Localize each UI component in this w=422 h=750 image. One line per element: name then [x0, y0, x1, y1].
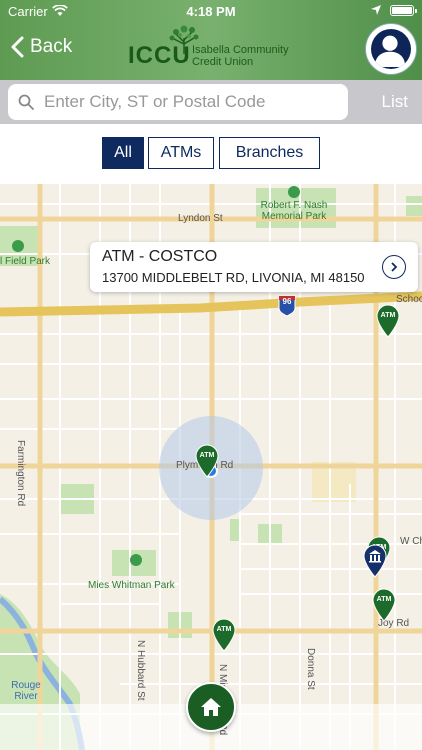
- callout-title: ATM - COSTCO: [102, 248, 218, 265]
- branch-pin[interactable]: [362, 544, 388, 578]
- atm-pin-costco[interactable]: ATM: [375, 304, 401, 338]
- map-pin-icon: [212, 618, 236, 652]
- map-pin-icon: [372, 588, 396, 622]
- pin-label: ATM: [216, 626, 232, 633]
- profile-avatar-button[interactable]: [366, 24, 416, 74]
- road-label-lyndon: Lyndon St: [178, 213, 223, 224]
- search-box: [8, 84, 348, 120]
- park-label-whitman: Mies Whitman Park: [88, 580, 175, 591]
- map-pin-icon: [376, 304, 400, 338]
- park-label-nash: Robert F. Nash Memorial Park: [260, 200, 328, 222]
- road-label-farmington: Farmington Rd: [15, 440, 26, 507]
- status-icons: [368, 4, 417, 16]
- callout-details-button[interactable]: [382, 255, 406, 279]
- river-label-rouge: Rouge River: [11, 680, 41, 702]
- back-label: Back: [30, 36, 73, 57]
- pin-label: ATM: [380, 312, 396, 319]
- chevron-left-icon: [11, 36, 24, 58]
- filter-bar: All ATMs Branches: [0, 124, 422, 184]
- status-bar: Carrier 4:18 PM: [0, 0, 422, 22]
- app-header: Carrier 4:18 PM Back ICCU Isabella Commu…: [0, 0, 422, 80]
- location-arrow-icon: [371, 5, 381, 15]
- location-callout[interactable]: ATM - COSTCO 13700 MIDDLEBELT RD, LIVONI…: [90, 242, 418, 292]
- park-label-field: l Field Park: [0, 256, 51, 267]
- user-silhouette-icon: [374, 35, 406, 67]
- filter-atms-button[interactable]: ATMs: [148, 137, 214, 169]
- road-label-hubbard: N Hubbard St: [135, 640, 146, 701]
- callout-address: 13700 MIDDLEBELT RD, LIVONIA, MI 48150: [102, 270, 365, 285]
- atm-pin-plymouth[interactable]: ATM: [194, 444, 220, 478]
- bank-building-icon: [363, 544, 387, 578]
- atm-pin-joy[interactable]: ATM: [371, 588, 397, 622]
- home-button[interactable]: [186, 682, 236, 732]
- road-label-w-ch: W Ch: [400, 536, 422, 547]
- filter-branches-button[interactable]: Branches: [219, 137, 320, 169]
- search-bar: List: [0, 80, 422, 124]
- pin-label: ATM: [199, 452, 215, 459]
- highway-shield-number: 96: [282, 297, 292, 306]
- chevron-right-icon: [391, 262, 398, 272]
- map-view[interactable]: Lyndon St Plymouth Rd Farmington Rd N Hu…: [0, 184, 422, 750]
- pin-label: ATM: [376, 596, 392, 603]
- logo-subtitle: Isabella Community Credit Union: [192, 44, 289, 68]
- atm-pin-middlebelt[interactable]: ATM: [211, 618, 237, 652]
- road-label-donna: Donna St: [305, 648, 316, 690]
- wifi-icon: [52, 5, 68, 16]
- list-button[interactable]: List: [382, 92, 408, 112]
- search-icon: [18, 94, 34, 110]
- filter-all-button[interactable]: All: [102, 137, 144, 169]
- battery-icon: [390, 4, 417, 16]
- map-pin-icon: [195, 444, 219, 478]
- back-button[interactable]: Back: [10, 36, 72, 58]
- search-input[interactable]: [42, 91, 336, 113]
- iccu-logo: ICCU Isabella Community Credit Union: [128, 24, 298, 70]
- logo-line-1: Isabella Community: [192, 44, 289, 56]
- home-icon: [201, 698, 221, 716]
- logo-line-2: Credit Union: [192, 56, 254, 68]
- logo-abbreviation: ICCU: [128, 42, 191, 69]
